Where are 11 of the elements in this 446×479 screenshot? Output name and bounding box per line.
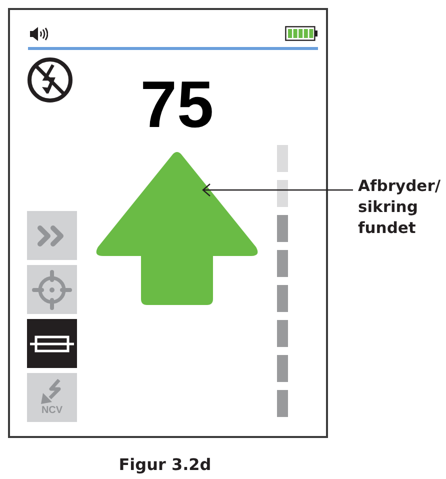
mode-button[interactable]: NCV: [27, 373, 77, 422]
reading-value: 75: [140, 71, 214, 137]
no-voltage-icon: [27, 57, 73, 103]
figure-caption: Figur 3.2d: [118, 455, 212, 474]
speaker-icon: [30, 26, 48, 40]
battery-icon: [285, 26, 318, 41]
mode-button[interactable]: [27, 319, 77, 368]
up-arrow-icon: [95, 151, 259, 306]
callout-label: Afbryder/ sikring fundet: [358, 176, 440, 239]
fuse-icon: [30, 334, 74, 354]
crosshair-icon: [32, 270, 72, 310]
